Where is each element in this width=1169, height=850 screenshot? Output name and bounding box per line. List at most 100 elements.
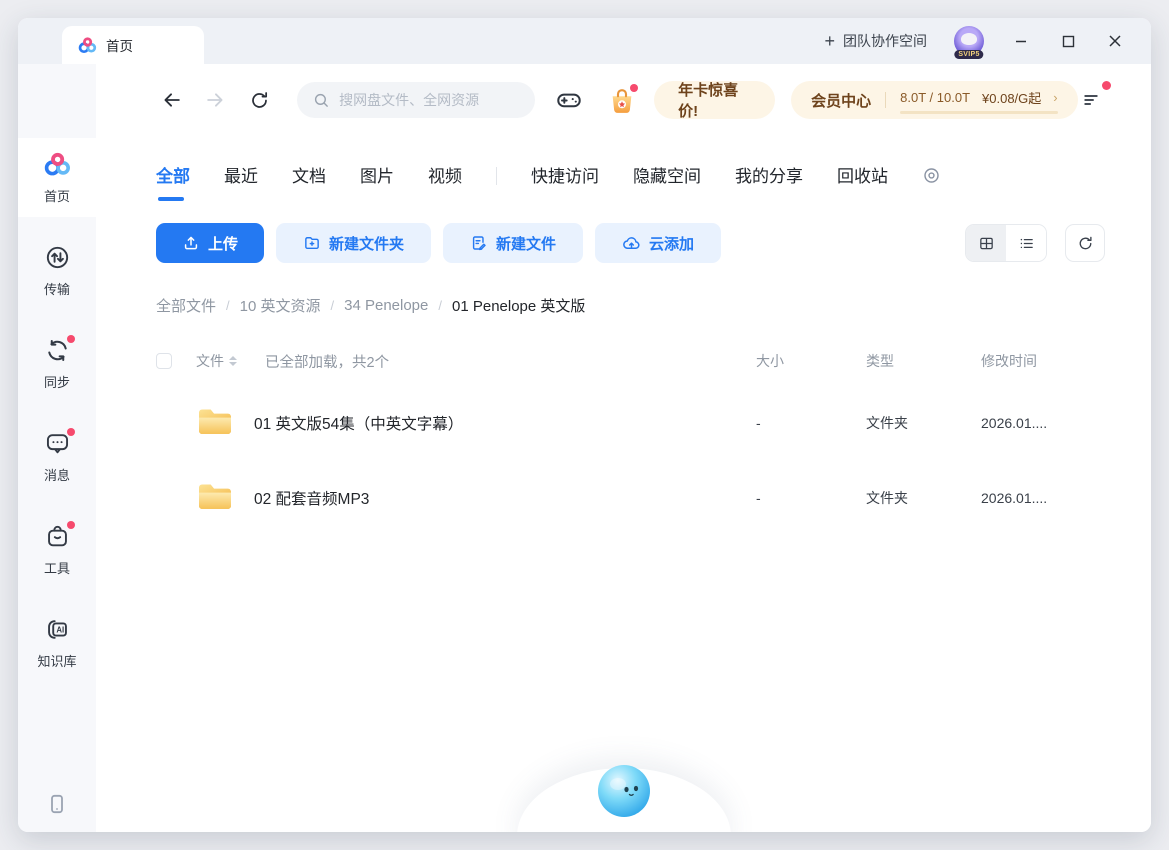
avatar-face — [961, 33, 977, 45]
quota-price: ¥0.08/G起 — [982, 88, 1041, 107]
sidebar-label-messages: 消息 — [44, 465, 70, 484]
plus-icon: + — [824, 32, 835, 50]
breadcrumb: 全部文件 / 10 英文资源 / 34 Penelope / 01 Penelo… — [156, 295, 1105, 316]
list-view-button[interactable] — [1006, 225, 1046, 261]
breadcrumb-item[interactable]: 10 英文资源 — [240, 295, 321, 316]
tab-recent[interactable]: 最近 — [224, 162, 258, 189]
toolbar: 年卡惊喜价! 会员中心 8.0T / 10.0T ¥0.08/G起 › — [156, 80, 1105, 120]
sidebar-label-tools: 工具 — [44, 558, 70, 577]
gift-button[interactable] — [604, 82, 641, 118]
sidebar-label-transfer: 传输 — [44, 279, 70, 298]
titlebar-right: + 团队协作空间 SVIP5 — [824, 18, 1151, 64]
file-row[interactable]: 02 配套音频MP3 - 文件夹 2026.01.... — [156, 465, 1105, 531]
breadcrumb-item[interactable]: 全部文件 — [156, 295, 216, 316]
search-bar[interactable] — [297, 82, 535, 118]
column-header-type[interactable]: 类型 — [866, 351, 981, 371]
message-icon — [44, 430, 71, 457]
tab-settings-icon — [922, 166, 941, 185]
grid-view-button[interactable] — [966, 225, 1006, 261]
member-center[interactable]: 会员中心 8.0T / 10.0T ¥0.08/G起 › — [791, 81, 1077, 119]
titlebar: 首页 + 团队协作空间 SVIP5 — [18, 18, 1151, 64]
team-space-label: 团队协作空间 — [843, 31, 927, 51]
breadcrumb-separator: / — [226, 298, 230, 313]
svg-text:AI: AI — [56, 626, 64, 635]
tab-title: 首页 — [106, 35, 133, 55]
maximize-button[interactable] — [1058, 31, 1078, 51]
home-netdisk-icon — [44, 151, 71, 178]
file-list: 01 英文版54集（中英文字幕） - 文件夹 2026.01.... — [156, 390, 1105, 540]
tab-all[interactable]: 全部 — [156, 162, 190, 189]
forward-button[interactable] — [199, 83, 230, 117]
search-input[interactable] — [339, 92, 519, 108]
view-toggle — [965, 224, 1047, 262]
sidebar-item-transfer[interactable]: 传输 — [18, 231, 96, 310]
refresh-button[interactable] — [244, 83, 275, 117]
sidebar-item-messages[interactable]: 消息 — [18, 417, 96, 496]
bubble-mascot-icon — [595, 761, 653, 819]
tab-quick-access[interactable]: 快捷访问 — [531, 162, 599, 189]
column-header-size[interactable]: 大小 — [756, 351, 866, 371]
select-all-checkbox[interactable] — [156, 353, 172, 369]
transfer-icon — [44, 244, 71, 271]
column-header-modified[interactable]: 修改时间 — [981, 351, 1105, 371]
divider — [496, 167, 497, 185]
action-bar: 上传 新建文件夹 — [156, 223, 1105, 263]
promo-banner[interactable]: 年卡惊喜价! — [654, 81, 775, 119]
upload-label: 上传 — [208, 233, 238, 254]
promo-label: 年卡惊喜价! — [678, 79, 751, 121]
main-menu-button[interactable] — [1078, 85, 1105, 115]
cloud-add-icon — [622, 234, 641, 253]
category-tabs: 全部 最近 文档 图片 视频 快捷访问 隐藏空间 我的分享 回收站 — [156, 162, 1105, 189]
cloud-add-label: 云添加 — [649, 233, 694, 254]
ai-assistant-mascot[interactable] — [595, 761, 653, 824]
games-button[interactable] — [551, 82, 588, 118]
sidebar-item-tools[interactable]: 工具 — [18, 510, 96, 589]
refresh-list-button[interactable] — [1065, 224, 1105, 262]
app-tab-home[interactable]: 首页 — [62, 26, 204, 64]
sidebar-item-knowledge[interactable]: AI 知识库 — [18, 603, 96, 682]
breadcrumb-current: 01 Penelope 英文版 — [452, 295, 585, 316]
breadcrumb-separator: / — [331, 298, 335, 313]
sync-icon — [44, 337, 71, 364]
netdisk-logo-icon — [78, 36, 97, 55]
cloud-add-button[interactable]: 云添加 — [595, 223, 721, 263]
row-checkbox-placeholder — [156, 490, 172, 506]
new-folder-button[interactable]: 新建文件夹 — [276, 223, 431, 263]
back-button[interactable] — [156, 83, 187, 117]
tab-recycle-bin[interactable]: 回收站 — [837, 162, 888, 189]
view-controls — [965, 224, 1105, 262]
file-name: 02 配套音频MP3 — [254, 487, 756, 509]
tab-documents[interactable]: 文档 — [292, 162, 326, 189]
new-file-button[interactable]: 新建文件 — [443, 223, 583, 263]
sidebar-item-home[interactable]: 首页 — [18, 138, 96, 217]
file-type: 文件夹 — [866, 413, 981, 433]
breadcrumb-separator: / — [438, 298, 442, 313]
sidebar: 首页 传输 — [18, 64, 96, 832]
breadcrumb-item[interactable]: 34 Penelope — [344, 297, 428, 314]
tab-my-shares[interactable]: 我的分享 — [735, 162, 803, 189]
search-icon — [313, 92, 330, 109]
file-modified: 2026.01.... — [981, 490, 1105, 506]
upload-button[interactable]: 上传 — [156, 223, 264, 263]
minimize-button[interactable] — [1011, 31, 1031, 51]
notification-dot — [67, 428, 75, 436]
notification-dot — [1102, 81, 1111, 90]
tab-hidden-space[interactable]: 隐藏空间 — [633, 162, 701, 189]
storage-quota: 8.0T / 10.0T ¥0.08/G起 › — [900, 86, 1057, 114]
tab-images[interactable]: 图片 — [360, 162, 394, 189]
folder-icon — [196, 405, 234, 442]
sidebar-item-sync[interactable]: 同步 — [18, 324, 96, 403]
vip-badge: SVIP5 — [954, 50, 983, 59]
tab-settings-button[interactable] — [922, 166, 941, 185]
avatar[interactable]: SVIP5 — [954, 26, 984, 56]
column-header-name[interactable]: 文件 — [196, 351, 237, 371]
tab-videos[interactable]: 视频 — [428, 162, 462, 189]
team-space-button[interactable]: + 团队协作空间 — [824, 31, 927, 51]
upload-icon — [182, 234, 200, 252]
close-button[interactable] — [1105, 31, 1125, 51]
mobile-app-button[interactable] — [18, 792, 96, 816]
file-size: - — [756, 415, 866, 431]
file-size: - — [756, 490, 866, 506]
grid-view-icon — [978, 235, 995, 252]
file-row[interactable]: 01 英文版54集（中英文字幕） - 文件夹 2026.01.... — [156, 390, 1105, 456]
